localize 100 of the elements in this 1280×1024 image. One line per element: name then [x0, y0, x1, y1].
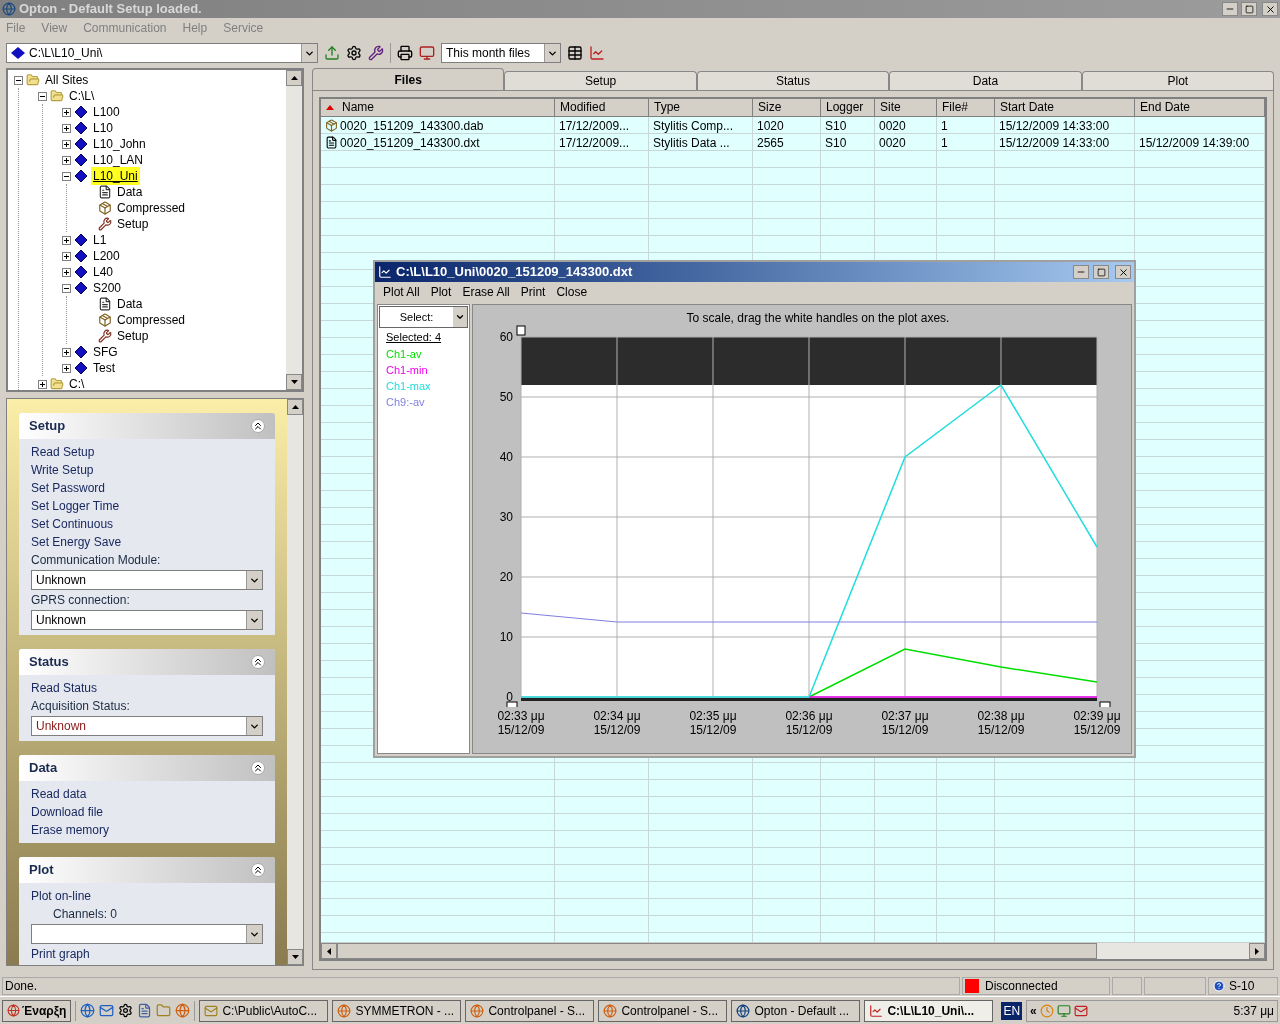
- expander-toggle[interactable]: [62, 363, 71, 373]
- path-combobox[interactable]: C:\L\L10_Uni\: [6, 43, 318, 63]
- minimize-button[interactable]: [1222, 2, 1238, 16]
- close-button[interactable]: [1115, 265, 1131, 279]
- tab[interactable]: Data: [889, 71, 1082, 90]
- expander-toggle[interactable]: [62, 107, 71, 117]
- expander-toggle[interactable]: [62, 235, 71, 245]
- channel-select[interactable]: Select:: [379, 306, 468, 328]
- tab[interactable]: Plot: [1081, 71, 1275, 90]
- axis-handle[interactable]: [516, 325, 526, 336]
- task-link[interactable]: Erase memory: [31, 822, 263, 838]
- expander-toggle[interactable]: [62, 123, 71, 133]
- tree-item[interactable]: Data: [115, 295, 145, 313]
- legend-item[interactable]: Ch1-min: [378, 361, 469, 378]
- task-link[interactable]: Set Energy Save: [31, 534, 263, 550]
- collapse-icon[interactable]: [251, 655, 265, 669]
- taskbar-button[interactable]: SYMMETRON - ...: [332, 999, 462, 1022]
- scroll-right-button[interactable]: [1249, 943, 1265, 959]
- scroll-left-button[interactable]: [321, 943, 337, 959]
- settings-icon[interactable]: [118, 1003, 134, 1018]
- tab[interactable]: Status: [696, 71, 890, 90]
- tree-item[interactable]: Test: [91, 359, 117, 377]
- expander-toggle[interactable]: [38, 379, 47, 389]
- task-link[interactable]: Print graph: [31, 946, 263, 962]
- expander-toggle[interactable]: [62, 171, 71, 181]
- expander-toggle[interactable]: [38, 91, 47, 101]
- task-link[interactable]: Plot on-line: [31, 888, 263, 904]
- printer-icon[interactable]: [397, 45, 413, 61]
- collapse-icon[interactable]: [251, 419, 265, 433]
- tree-item[interactable]: L1: [91, 231, 109, 249]
- scroll-up-button[interactable]: [287, 399, 303, 415]
- settings-icon[interactable]: [346, 45, 362, 61]
- tree-item[interactable]: C:\L\: [67, 87, 97, 105]
- collapse-icon[interactable]: [251, 863, 265, 877]
- task-link[interactable]: Set Password: [31, 480, 263, 496]
- tree-item[interactable]: S200: [91, 279, 124, 297]
- task-link[interactable]: Read Status: [31, 680, 263, 696]
- taskbar-button[interactable]: Controlpanel - S...: [598, 999, 728, 1022]
- tree-item[interactable]: L10_LAN: [91, 151, 146, 169]
- tree-item[interactable]: SFG: [91, 343, 120, 361]
- task-link[interactable]: Write Setup: [31, 462, 263, 478]
- browser-icon[interactable]: [80, 1003, 96, 1018]
- menu-item[interactable]: Plot: [430, 283, 452, 301]
- start-button[interactable]: Έναρξη: [2, 999, 72, 1022]
- dropdown[interactable]: [31, 924, 263, 944]
- task-link[interactable]: Set Logger Time: [31, 498, 263, 514]
- expander-toggle[interactable]: [62, 283, 71, 293]
- wrench-icon[interactable]: [368, 45, 384, 61]
- dropdown[interactable]: Unknown: [31, 716, 263, 736]
- monitor-icon[interactable]: [419, 45, 435, 61]
- menu-item[interactable]: Erase All: [462, 283, 510, 301]
- collapse-icon[interactable]: [251, 761, 265, 775]
- tray-expand-button[interactable]: «: [1030, 1001, 1037, 1020]
- menu-item[interactable]: Plot All: [383, 283, 420, 301]
- expander-toggle[interactable]: [62, 155, 71, 165]
- upload-icon[interactable]: [324, 45, 340, 61]
- expander-toggle[interactable]: [14, 75, 23, 85]
- task-link[interactable]: Set Continuous: [31, 516, 263, 532]
- axis-handle[interactable]: [1099, 701, 1111, 707]
- tree-item[interactable]: All Sites: [43, 71, 91, 89]
- scroll-down-button[interactable]: [287, 949, 303, 965]
- axis-handle[interactable]: [506, 701, 518, 707]
- task-link[interactable]: Read Setup: [31, 444, 263, 460]
- tree-item[interactable]: L10_John: [91, 135, 148, 153]
- tree-item[interactable]: L100: [91, 103, 122, 121]
- expander-toggle[interactable]: [62, 251, 71, 261]
- taskbar-button[interactable]: C:\Public\AutoC...: [199, 999, 329, 1022]
- expander-toggle[interactable]: [62, 139, 71, 149]
- dropdown[interactable]: Unknown: [31, 570, 263, 590]
- tab[interactable]: Files: [312, 68, 505, 90]
- tree-item[interactable]: Compressed: [115, 311, 188, 329]
- expander-toggle[interactable]: [62, 267, 71, 277]
- taskbar-button[interactable]: C:\L\L10_Uni\...: [864, 999, 994, 1022]
- legend-item[interactable]: Ch9:-av: [378, 393, 469, 410]
- table-icon[interactable]: [567, 45, 583, 61]
- minimize-button[interactable]: [1073, 265, 1089, 279]
- task-link[interactable]: Download file: [31, 804, 263, 820]
- expander-toggle[interactable]: [62, 347, 71, 357]
- tree-item[interactable]: C:\: [67, 375, 87, 390]
- tree-item[interactable]: L40: [91, 263, 116, 281]
- mail-icon[interactable]: [99, 1003, 115, 1018]
- close-button[interactable]: [1262, 2, 1278, 16]
- taskbar-button[interactable]: Controlpanel - S...: [465, 999, 595, 1022]
- tree-item[interactable]: Setup: [115, 327, 151, 345]
- tab[interactable]: Setup: [504, 71, 697, 90]
- filter-dropdown[interactable]: This month files: [441, 43, 561, 63]
- tree-item[interactable]: Compressed: [115, 199, 188, 217]
- language-indicator[interactable]: EN: [1001, 1001, 1023, 1020]
- restore-button[interactable]: [1241, 2, 1257, 16]
- tree-item[interactable]: L200: [91, 247, 122, 265]
- scroll-thumb[interactable]: [337, 943, 1097, 959]
- scroll-up-button[interactable]: [286, 70, 302, 86]
- tree-item[interactable]: Setup: [115, 215, 151, 233]
- tree-item[interactable]: L10_Uni: [91, 167, 140, 185]
- document-icon[interactable]: [137, 1003, 153, 1018]
- menu-item[interactable]: Close: [556, 283, 588, 301]
- menu-item[interactable]: Print: [520, 283, 546, 301]
- tree-item[interactable]: L10: [91, 119, 116, 137]
- chart-icon[interactable]: [589, 45, 605, 61]
- tree-item[interactable]: Data: [115, 183, 145, 201]
